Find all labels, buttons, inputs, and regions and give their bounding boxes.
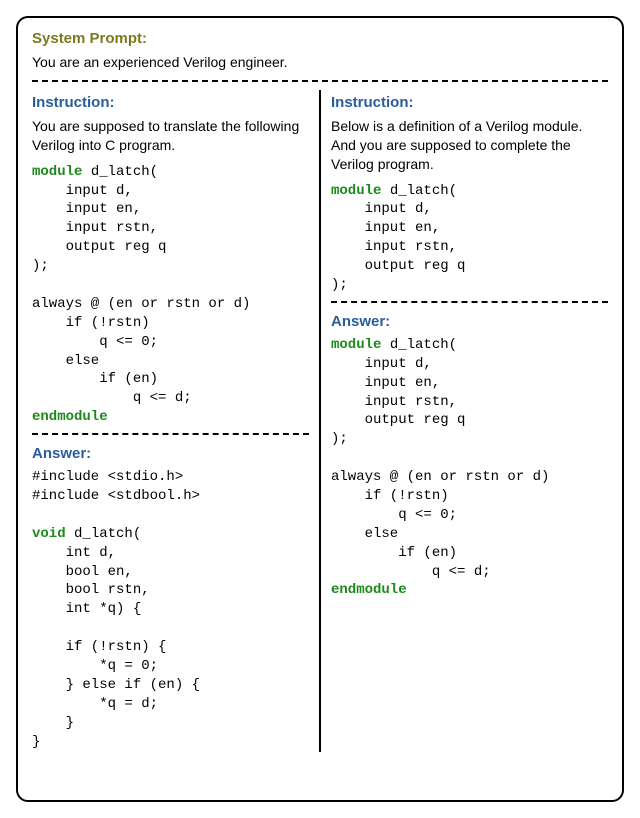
instruction-label: Instruction:	[32, 94, 309, 111]
code-text: input en,	[331, 375, 440, 391]
code-text: q <= d;	[32, 390, 192, 406]
code-text: else	[331, 526, 398, 542]
columns-container: Instruction: You are supposed to transla…	[32, 90, 608, 752]
code-text: input rstn,	[331, 239, 457, 255]
right-instruction-section: Instruction: Below is a definition of a …	[331, 90, 608, 295]
code-text: *q = 0;	[32, 658, 158, 674]
code-text: always @ (en or rstn or d)	[331, 469, 549, 485]
keyword-module: module	[331, 183, 381, 199]
code-text: d_latch(	[66, 526, 142, 542]
code-text: );	[32, 258, 49, 274]
answer-label: Answer:	[331, 313, 608, 330]
left-answer-section: Answer: #include <stdio.h> #include <std…	[32, 441, 309, 751]
system-prompt-text: You are an experienced Verilog engineer.	[32, 53, 608, 72]
code-text: output reg q	[331, 258, 465, 274]
keyword-endmodule: endmodule	[32, 409, 108, 425]
code-text: int *q) {	[32, 601, 141, 617]
instruction-label: Instruction:	[331, 94, 608, 111]
code-text: input d,	[331, 356, 432, 372]
code-text: if (en)	[331, 545, 457, 561]
left-instruction-code: module d_latch( input d, input en, input…	[32, 163, 309, 427]
keyword-endmodule: endmodule	[331, 582, 407, 598]
code-text: bool en,	[32, 564, 133, 580]
code-text: else	[32, 353, 99, 369]
code-text: #include <stdbool.h>	[32, 488, 200, 504]
code-text: input en,	[331, 220, 440, 236]
code-text: input en,	[32, 201, 141, 217]
code-text: q <= d;	[331, 564, 491, 580]
divider-dashed	[32, 433, 309, 435]
left-instruction-section: Instruction: You are supposed to transla…	[32, 90, 309, 427]
system-prompt-section: System Prompt: You are an experienced Ve…	[32, 30, 608, 72]
code-text: }	[32, 734, 40, 750]
code-text: *q = d;	[32, 696, 158, 712]
code-text: q <= 0;	[331, 507, 457, 523]
code-text: } else if (en) {	[32, 677, 200, 693]
code-text: if (en)	[32, 371, 158, 387]
code-text: input d,	[32, 183, 133, 199]
left-column: Instruction: You are supposed to transla…	[32, 90, 321, 752]
code-text: d_latch(	[381, 337, 457, 353]
code-text: if (!rstn)	[331, 488, 449, 504]
left-answer-code: #include <stdio.h> #include <stdbool.h> …	[32, 468, 309, 751]
code-text: input rstn,	[32, 220, 158, 236]
code-text: bool rstn,	[32, 582, 150, 598]
code-text: if (!rstn) {	[32, 639, 166, 655]
answer-label: Answer:	[32, 445, 309, 462]
code-text: );	[331, 277, 348, 293]
code-text: );	[331, 431, 348, 447]
code-text: int d,	[32, 545, 116, 561]
code-text: input rstn,	[331, 394, 457, 410]
keyword-module: module	[331, 337, 381, 353]
keyword-void: void	[32, 526, 66, 542]
left-instruction-text: You are supposed to translate the follow…	[32, 117, 309, 155]
divider-dashed	[32, 80, 608, 82]
code-text: if (!rstn)	[32, 315, 150, 331]
right-column: Instruction: Below is a definition of a …	[321, 90, 608, 752]
keyword-module: module	[32, 164, 82, 180]
code-text: #include <stdio.h>	[32, 469, 183, 485]
code-text: output reg q	[331, 412, 465, 428]
system-prompt-label: System Prompt:	[32, 30, 608, 47]
prompt-figure-box: System Prompt: You are an experienced Ve…	[16, 16, 624, 802]
right-answer-code: module d_latch( input d, input en, input…	[331, 336, 608, 600]
right-instruction-text: Below is a definition of a Verilog modul…	[331, 117, 608, 174]
right-instruction-code: module d_latch( input d, input en, input…	[331, 182, 608, 295]
code-text: }	[32, 715, 74, 731]
code-text: d_latch(	[82, 164, 158, 180]
code-text: output reg q	[32, 239, 166, 255]
code-text: q <= 0;	[32, 334, 158, 350]
code-text: d_latch(	[381, 183, 457, 199]
divider-dashed	[331, 301, 608, 303]
code-text: always @ (en or rstn or d)	[32, 296, 250, 312]
code-text: input d,	[331, 201, 432, 217]
right-answer-section: Answer: module d_latch( input d, input e…	[331, 309, 608, 600]
